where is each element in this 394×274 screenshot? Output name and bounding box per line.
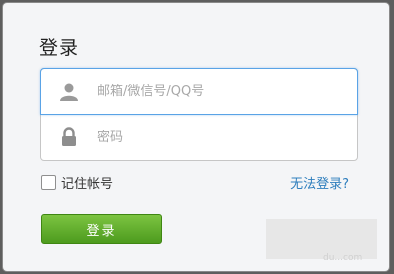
- remember-checkbox[interactable]: [41, 175, 56, 190]
- username-input[interactable]: [97, 84, 337, 99]
- login-form: [40, 68, 358, 161]
- dialog-title: 登录: [39, 37, 80, 59]
- password-row: [41, 115, 357, 159]
- lock-icon: [41, 115, 97, 159]
- password-input[interactable]: [97, 129, 337, 145]
- cannot-login-link[interactable]: 无法登录?: [290, 173, 349, 192]
- login-button[interactable]: 登录: [41, 214, 162, 244]
- remember-label: 记住帐号: [61, 177, 114, 192]
- login-panel: 登录 记住帐号 无法登录? 登录 du...c: [3, 3, 389, 271]
- remember-account[interactable]: 记住帐号: [41, 173, 113, 192]
- username-row: [40, 68, 358, 115]
- user-icon: [41, 70, 97, 114]
- watermark-text: du...com: [323, 253, 363, 263]
